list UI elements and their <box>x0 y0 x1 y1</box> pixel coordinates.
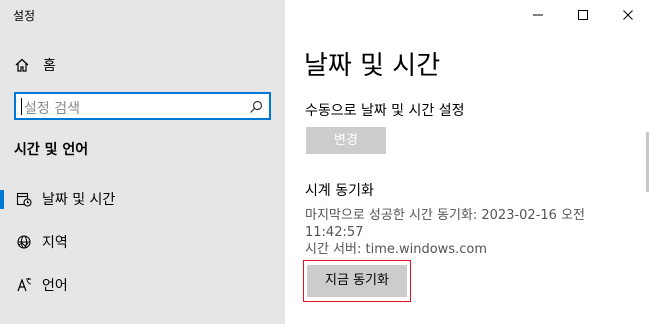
sidebar-item-date-time[interactable]: 날짜 및 시간 <box>0 182 285 216</box>
page-title: 날짜 및 시간 <box>304 51 441 81</box>
section-header: 시간 및 언어 <box>14 142 89 158</box>
change-button[interactable]: 변경 <box>306 127 386 154</box>
calendar-clock-icon <box>16 191 32 207</box>
cutoff-nav-item: ━━━━━━━━━━━━━━━━━━━━━━━━━━━ <box>0 319 285 324</box>
minimize-icon <box>532 14 543 16</box>
close-button[interactable] <box>605 0 650 30</box>
globe-icon <box>16 234 32 250</box>
close-icon <box>622 10 633 20</box>
search-placeholder: 설정 검색 <box>24 101 80 117</box>
selection-indicator <box>0 190 4 209</box>
sidebar-item-label: 지역 <box>42 235 68 251</box>
text-caret <box>21 98 22 115</box>
maximize-button[interactable] <box>560 0 605 30</box>
sidebar-item-region[interactable]: 지역 <box>0 225 285 259</box>
maximize-icon <box>577 10 588 20</box>
time-server-text: 시간 서버: time.windows.com <box>305 242 487 257</box>
manual-setting-label: 수동으로 날짜 및 시간 설정 <box>305 103 465 119</box>
sync-info: 마지막으로 성공한 시간 동기화: 2023-02-16 오전 11:42:57… <box>305 207 640 258</box>
app-title: 설정 <box>13 9 36 23</box>
home-nav-item[interactable]: 홈 <box>14 54 56 76</box>
last-sync-text: 마지막으로 성공한 시간 동기화: 2023-02-16 오전 11:42:57 <box>305 208 585 240</box>
main-content: 날짜 및 시간 수동으로 날짜 및 시간 설정 변경 시계 동기화 마지막으로 … <box>285 0 650 324</box>
scrollbar[interactable] <box>646 132 649 192</box>
search-input[interactable]: 설정 검색 <box>14 92 271 120</box>
sidebar-item-label: 날짜 및 시간 <box>42 192 116 208</box>
sync-button-highlight: 지금 동기화 <box>303 260 411 302</box>
search-icon[interactable] <box>249 99 263 113</box>
home-icon <box>14 57 30 73</box>
home-label: 홈 <box>43 58 56 74</box>
minimize-button[interactable] <box>515 0 560 30</box>
language-icon <box>16 277 32 293</box>
sidebar-item-language[interactable]: 언어 <box>0 268 285 302</box>
window-controls <box>515 0 650 30</box>
sync-section-title: 시계 동기화 <box>305 183 374 199</box>
sync-now-button[interactable]: 지금 동기화 <box>307 265 407 297</box>
sidebar: 설정 홈 설정 검색 시간 및 언어 날짜 및 시간 지역 언어 <box>0 0 285 324</box>
sidebar-item-label: 언어 <box>42 278 68 294</box>
